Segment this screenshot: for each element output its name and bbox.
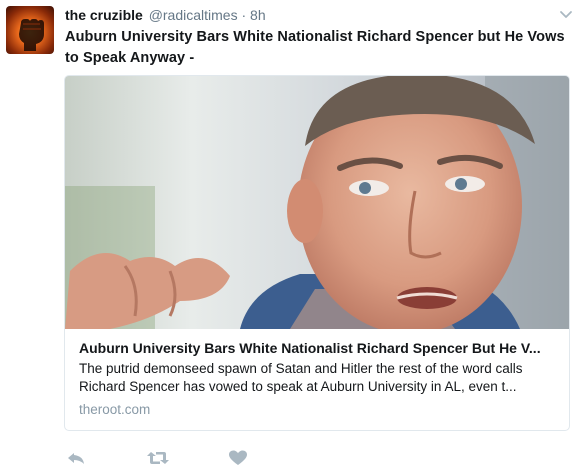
separator-dot: · [241, 7, 247, 23]
raised-fist-icon [19, 19, 44, 51]
card-description: The putrid demonseed spawn of Satan and … [79, 361, 523, 394]
chevron-down-icon [560, 11, 572, 18]
card-body[interactable]: Auburn University Bars White Nationalist… [65, 329, 569, 430]
tweet-text: Auburn University Bars White Nationalist… [65, 29, 565, 66]
retweet-icon [147, 452, 169, 464]
link-card[interactable]: Auburn University Bars White Nationalist… [64, 75, 570, 431]
tweet-header: the cruzible @radicaltimes · 8h [65, 7, 266, 23]
reply-icon [68, 453, 84, 464]
tweet[interactable]: the cruzible @radicaltimes · 8h Auburn U… [0, 0, 585, 471]
tweet-timestamp[interactable]: 8h [250, 7, 266, 23]
card-image[interactable] [65, 76, 569, 329]
heart-icon [229, 450, 247, 465]
card-domain[interactable]: theroot.com [79, 401, 555, 419]
avatar[interactable] [6, 6, 54, 54]
man-portrait-photo [65, 76, 569, 329]
reply-button[interactable] [66, 448, 86, 468]
tweet-menu-button[interactable] [559, 6, 573, 18]
author-handle[interactable]: @radicaltimes [149, 7, 238, 23]
like-button[interactable] [228, 448, 248, 468]
retweet-button[interactable] [146, 448, 170, 468]
author-name[interactable]: the cruzible [65, 7, 143, 23]
card-title[interactable]: Auburn University Bars White Nationalist… [79, 339, 555, 357]
